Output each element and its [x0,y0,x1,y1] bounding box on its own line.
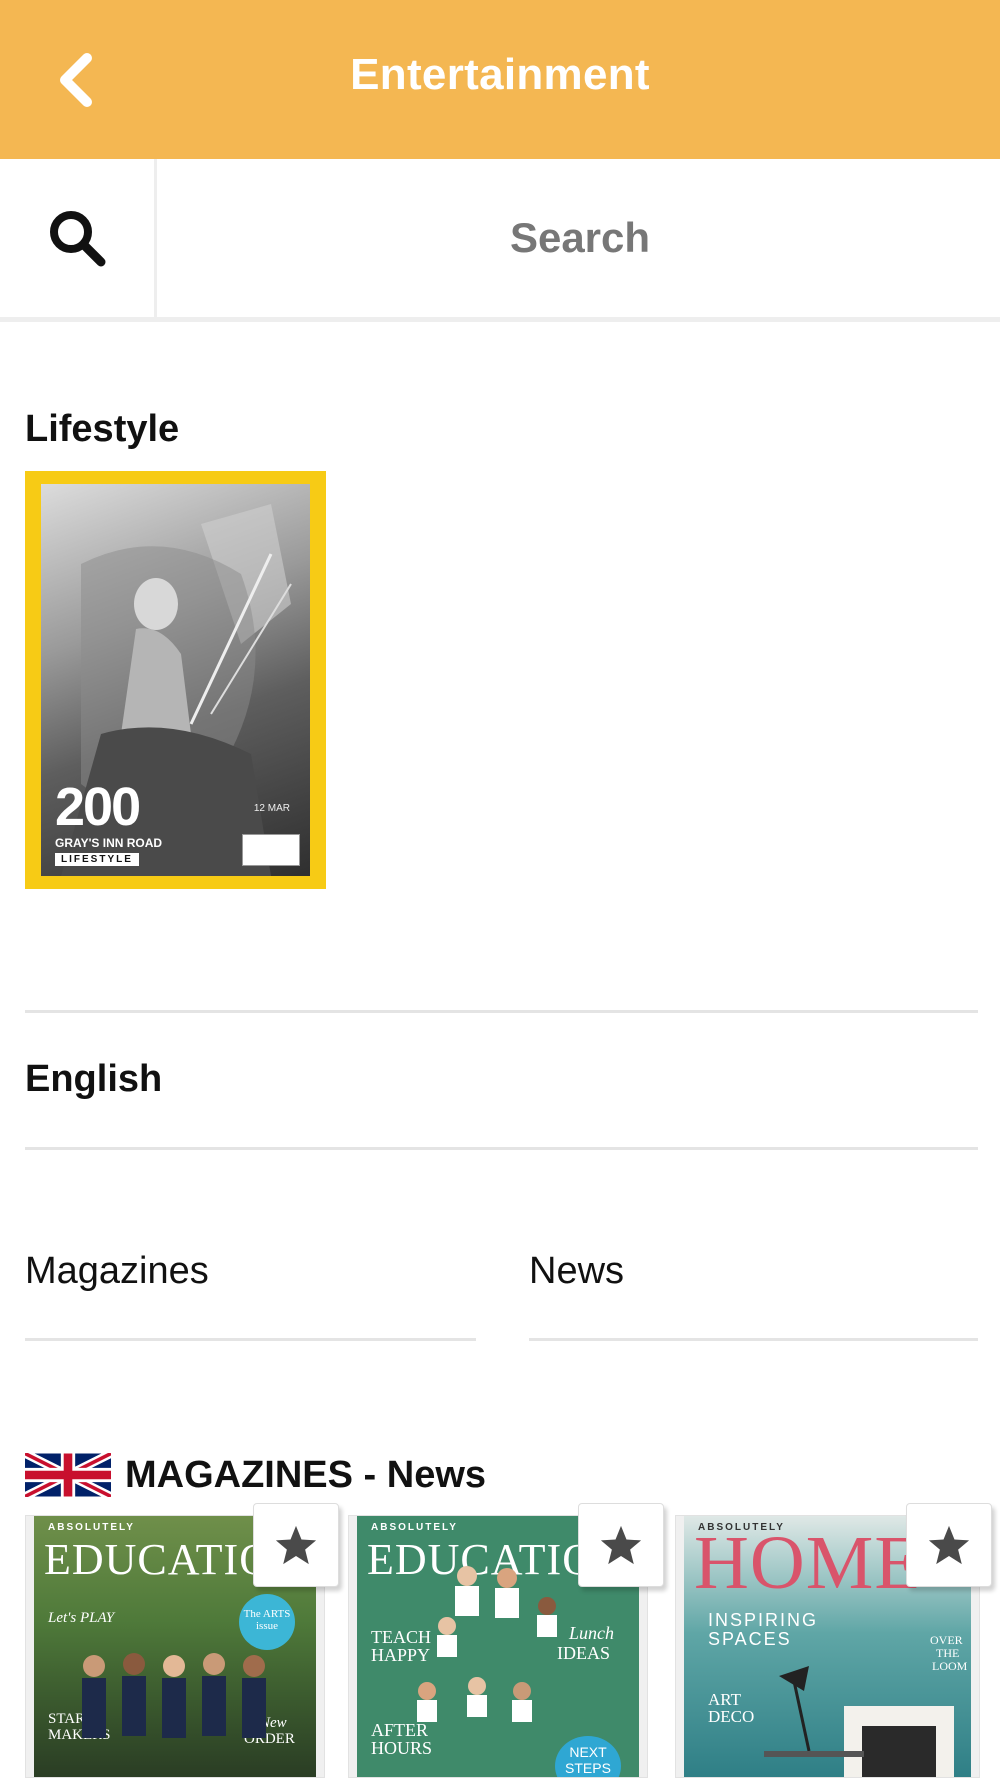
favorite-button[interactable] [578,1503,664,1587]
filter-magazines[interactable]: Magazines [25,1250,209,1293]
cover-subtitle: GRAY'S INN ROAD [55,836,163,850]
uk-flag-icon [25,1453,111,1497]
section-title-lifestyle: Lifestyle [25,408,180,450]
search-bar [0,159,1000,322]
star-icon [600,1525,642,1565]
filter-news-underline [529,1338,978,1341]
search-input[interactable] [160,159,1000,317]
star-icon [275,1525,317,1565]
divider [25,1147,978,1150]
cover-date: 12 MAR [253,803,290,814]
magazines-news-title: MAGAZINES - News [125,1453,487,1496]
lifestyle-cover-image: 200 GRAY'S INN ROAD LIFESTYLE 12 MAR [41,484,310,876]
divider [25,1010,978,1013]
cover-tag: LIFESTYLE [55,853,139,866]
app-header: Entertainment [0,0,1000,159]
search-icon [50,211,106,267]
cover-number: 200 [55,777,141,837]
cover-logo [242,834,300,866]
filter-magazines-underline [25,1338,476,1341]
search-button[interactable] [0,159,157,317]
filter-news[interactable]: News [529,1250,624,1293]
page-title: Entertainment [350,50,650,99]
favorite-button[interactable] [253,1503,339,1587]
star-icon [928,1525,970,1565]
language-label[interactable]: English [25,1058,162,1101]
magazines-news-header: MAGAZINES - News [25,1452,486,1498]
favorite-button[interactable] [906,1503,992,1587]
lifestyle-cover-card[interactable]: 200 GRAY'S INN ROAD LIFESTYLE 12 MAR [25,471,326,889]
